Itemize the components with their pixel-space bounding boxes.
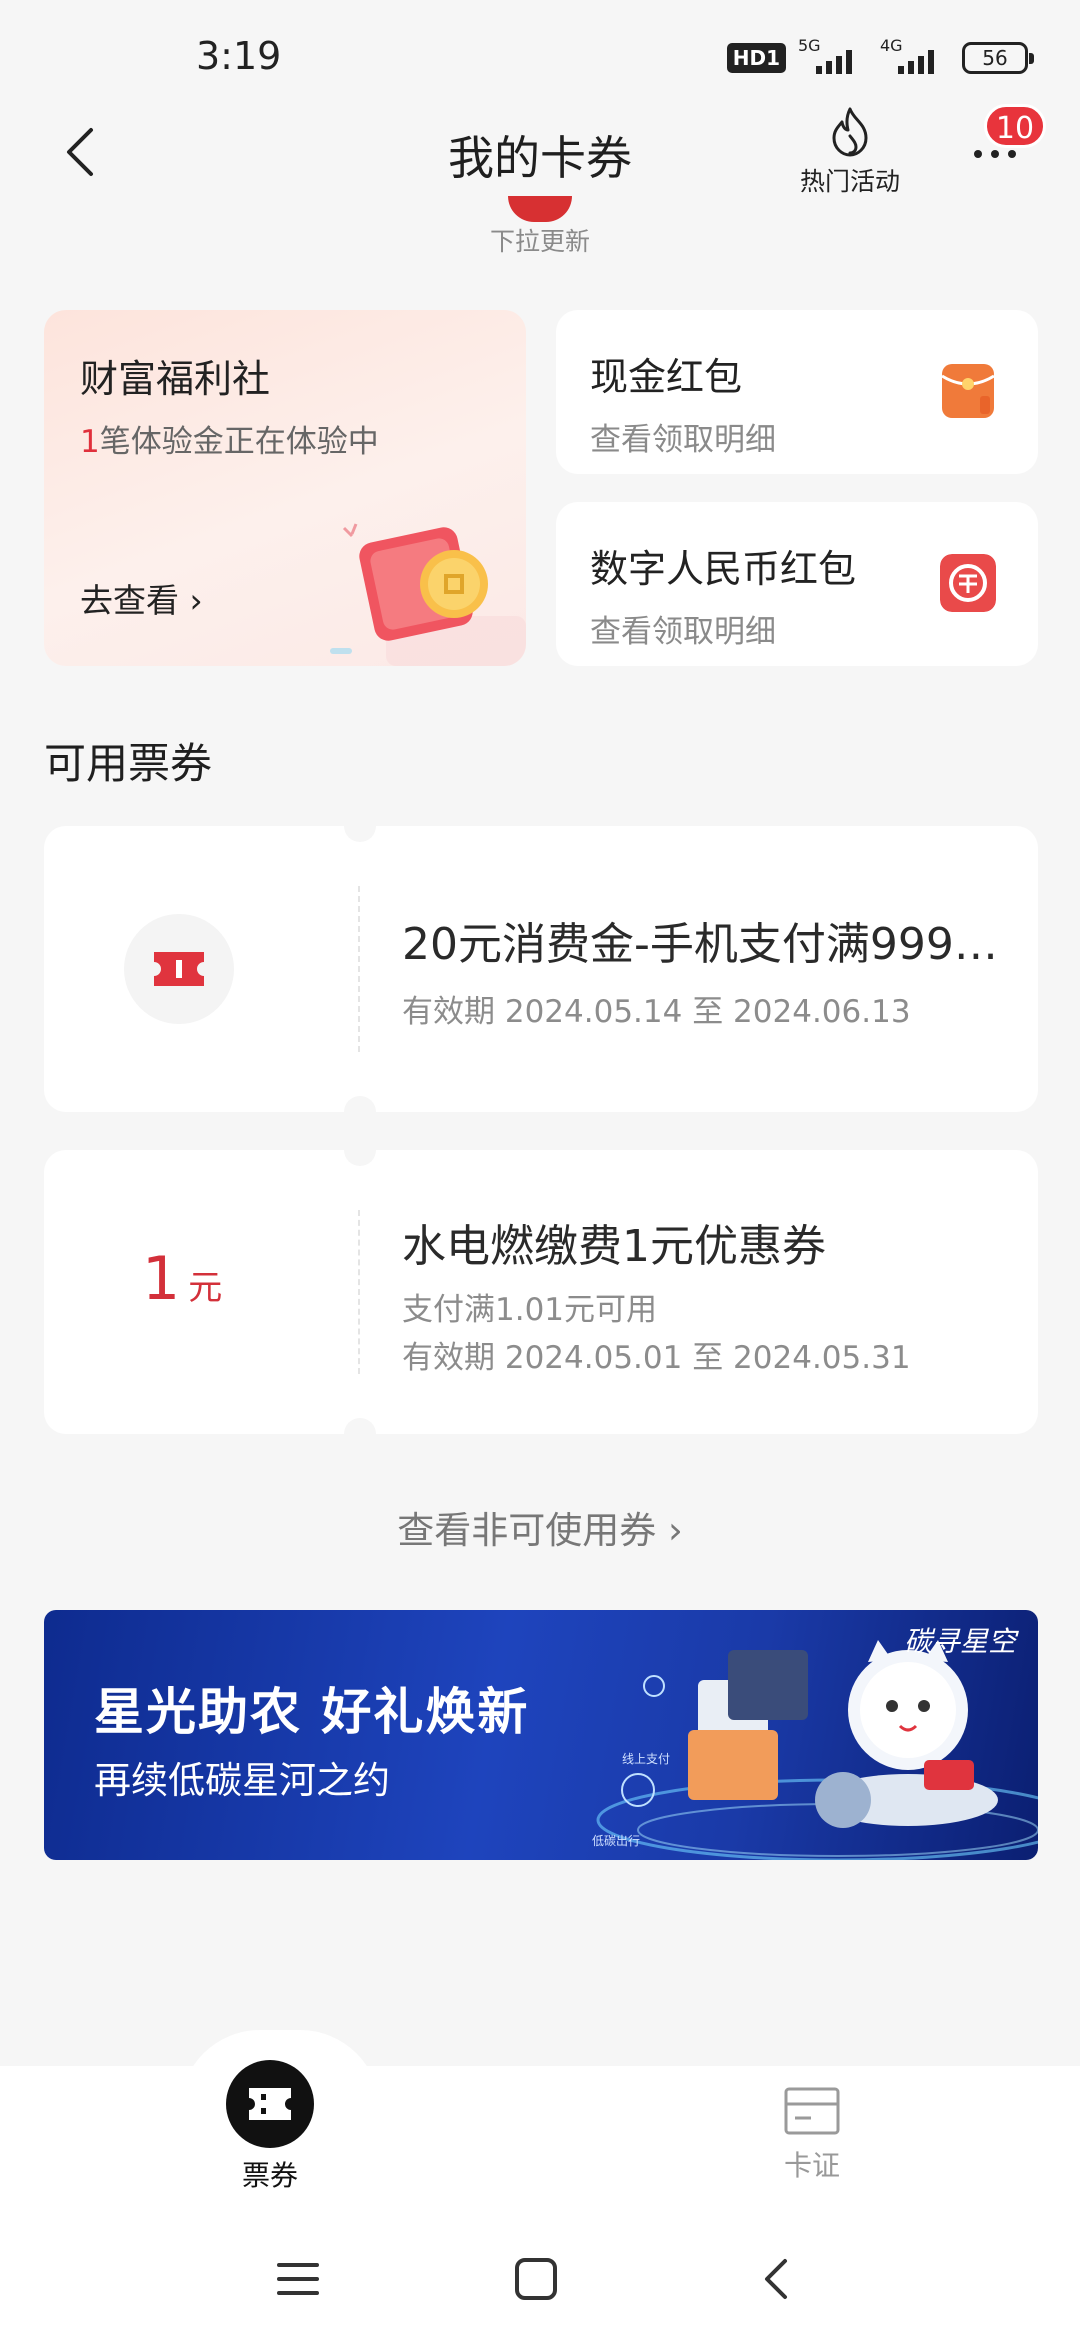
coupon-amount: 1元: [142, 1244, 222, 1314]
welfare-count: 1: [80, 424, 100, 460]
hot-activity-label: 热门活动: [799, 167, 900, 196]
system-back-icon: [765, 2259, 787, 2299]
notification-badge: 10: [984, 104, 1046, 148]
tab-coupons-label: 票券: [241, 2159, 298, 2192]
battery-level: 56: [982, 46, 1008, 70]
coupon-title: 20元消费金-手机支付满999…: [402, 919, 998, 970]
more-dot-icon: [991, 150, 999, 158]
coupon-card[interactable]: 1元 水电燃缴费1元优惠券 支付满1.01元可用 有效期 2024.05.01 …: [44, 1134, 1038, 1450]
coupon-notch: [344, 810, 376, 842]
system-back-button[interactable]: [746, 2254, 806, 2304]
welfare-title: 财富福利社: [80, 357, 271, 401]
coupon-notch: [344, 1134, 376, 1166]
tab-cards[interactable]: 卡证: [712, 2060, 912, 2184]
refresh-indicator-icon: [508, 196, 572, 222]
wealth-welfare-card[interactable]: 财富福利社 1笔体验金正在体验中 去查看 ›: [44, 310, 526, 666]
pull-refresh-hint: 下拉更新: [489, 227, 590, 256]
page-title: 我的卡券: [448, 131, 632, 185]
signal-4g-icon: 4G: [880, 36, 950, 76]
banner-tag-low-carbon: 低碳出行: [592, 1834, 641, 1848]
tab-bar: [0, 2066, 1080, 2210]
digital-rmb-red-packet-subtitle: 查看领取明细: [590, 614, 776, 650]
cash-red-packet-title: 现金红包: [590, 355, 743, 399]
ticket-tab-icon: [226, 2060, 314, 2148]
coupon-validity: 有效期 2024.05.14 至 2024.06.13: [402, 994, 911, 1030]
menu-button[interactable]: [268, 2254, 328, 2304]
tab-coupons[interactable]: 票券: [170, 2060, 370, 2194]
card-tab-icon: [784, 2087, 840, 2135]
battery-icon: 56: [962, 42, 1034, 74]
banner-subline: 再续低碳星河之约: [94, 1759, 390, 1802]
menu-icon: [277, 2263, 319, 2295]
digital-currency-icon: [940, 554, 996, 612]
welfare-subtitle-text: 笔体验金正在体验中: [99, 424, 379, 460]
wallet-coin-illustration-icon: [330, 523, 526, 666]
cash-red-packet-subtitle: 查看领取明细: [590, 422, 776, 458]
more-dot-icon: [1008, 150, 1016, 158]
hd-badge: HD1: [726, 43, 786, 73]
red-envelope-icon: [941, 364, 995, 418]
digital-rmb-red-packet-title: 数字人民币红包: [590, 547, 857, 591]
coupon-condition: 支付满1.01元可用: [402, 1292, 658, 1328]
hot-activity-button[interactable]: 热门活动: [790, 106, 910, 198]
home-square-icon: [515, 2258, 557, 2300]
banner-tag-online-pay: 线上支付: [622, 1752, 671, 1766]
view-unusable-coupons-link[interactable]: 查看非可使用券 ›: [0, 1500, 1080, 1554]
coupon-title: 水电燃缴费1元优惠券: [402, 1221, 826, 1272]
coupon-notch: [344, 1418, 376, 1450]
welfare-view-link[interactable]: 去查看 ›: [80, 574, 203, 622]
nav-bar: 我的卡券 热门活动: [0, 100, 1080, 210]
more-dot-icon: [974, 150, 982, 158]
ticket-icon: [124, 914, 234, 1024]
coupon-validity: 有效期 2024.05.01 至 2024.05.31: [402, 1340, 911, 1376]
coupon-amount-unit: 元: [188, 1268, 223, 1308]
flame-icon: [832, 107, 868, 157]
coupon-card[interactable]: 20元消费金-手机支付满999… 有效期 2024.05.14 至 2024.0…: [44, 810, 1038, 1128]
available-coupons-heading: 可用票券: [44, 739, 213, 788]
welfare-subtitle: 1笔体验金正在体验中: [80, 416, 379, 461]
promo-banner[interactable]: 星光助农 好礼焕新 再续低碳星河之约 碳寻星空 线上支付 低碳出行: [44, 1610, 1038, 1860]
home-button[interactable]: [506, 2254, 566, 2304]
status-time: 3:19: [196, 34, 282, 78]
coupon-amount-value: 1: [142, 1244, 181, 1314]
tab-cards-label: 卡证: [783, 2149, 840, 2182]
coupon-notch: [344, 1096, 376, 1128]
status-indicators: HD1 5G 4G 56: [726, 36, 1034, 76]
cash-red-packet-card[interactable]: 现金红包 查看领取明细: [556, 310, 1038, 474]
digital-rmb-red-packet-card[interactable]: 数字人民币红包 查看领取明细: [556, 502, 1038, 666]
banner-brand: 碳寻星空: [903, 1625, 1016, 1658]
banner-headline: 星光助农 好礼焕新: [94, 1683, 530, 1741]
system-nav-bar: [0, 2210, 1080, 2340]
signal-5g-icon: 5G: [798, 36, 868, 76]
